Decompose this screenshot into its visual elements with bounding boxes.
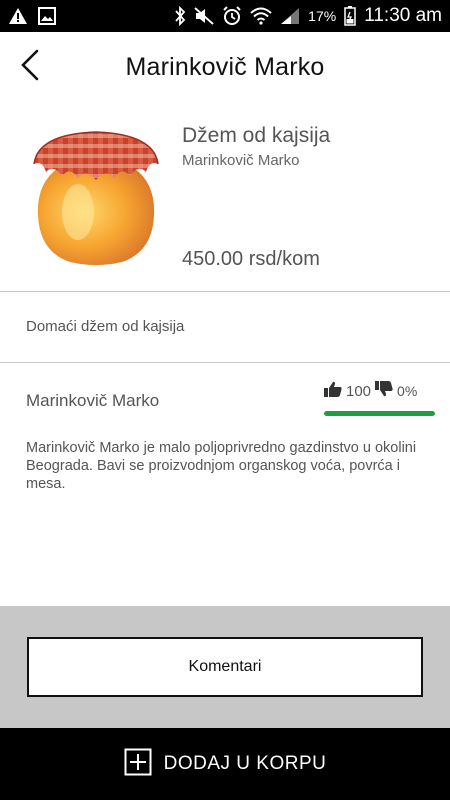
battery-percent: 17% (308, 8, 337, 24)
bluetooth-icon (174, 6, 186, 26)
product-description-row: Domaći džem od kajsija (0, 292, 450, 363)
thumbs-down-icon (375, 381, 393, 401)
page-title: Marinkovič Marko (125, 52, 325, 81)
status-time: 11:30 am (364, 5, 442, 26)
back-button[interactable] (12, 48, 48, 86)
add-to-cart-button[interactable]: DODAJ U KORPU (0, 728, 450, 800)
header: Marinkovič Marko (0, 32, 450, 102)
mute-icon (194, 7, 214, 25)
warning-icon (8, 7, 28, 25)
rating-progress-bar (324, 411, 435, 416)
signal-icon (280, 7, 300, 25)
wifi-icon (250, 7, 272, 25)
status-right: 17% 11:30 am (174, 5, 442, 27)
likes-count: 100 (346, 382, 372, 400)
plus-square-icon (124, 748, 152, 781)
status-bar: 17% 11:30 am (0, 0, 450, 32)
alarm-icon (222, 6, 242, 26)
image-icon (38, 7, 56, 25)
rating-progress-fill (324, 411, 435, 416)
product-producer[interactable]: Marinkovič Marko (182, 152, 300, 169)
producer-about: Marinkovič Marko je malo poljoprivredno … (26, 440, 417, 492)
dislikes-percent: 0% (397, 383, 418, 399)
product-name: Džem od kajsija (182, 124, 331, 147)
status-left (8, 7, 56, 25)
chevron-left-icon (19, 49, 41, 86)
comments-area: Komentari (0, 606, 450, 728)
add-to-cart-label: DODAJ U KORPU (163, 753, 327, 774)
producer-section: Marinkovič Marko 100 0% Marinkovič Marko… (0, 363, 450, 606)
comments-button[interactable]: Komentari (27, 637, 423, 697)
product-card: Džem od kajsija Marinkovič Marko 450.00 … (0, 102, 450, 292)
producer-name[interactable]: Marinkovič Marko (26, 391, 159, 411)
battery-icon (344, 6, 356, 26)
producer-ratings: 100 0% (324, 381, 417, 401)
jam-jar-image (28, 124, 164, 268)
product-price: 450.00 rsd/kom (182, 248, 320, 270)
product-description: Domaći džem od kajsija (26, 318, 185, 335)
thumbs-up-icon (324, 381, 342, 401)
